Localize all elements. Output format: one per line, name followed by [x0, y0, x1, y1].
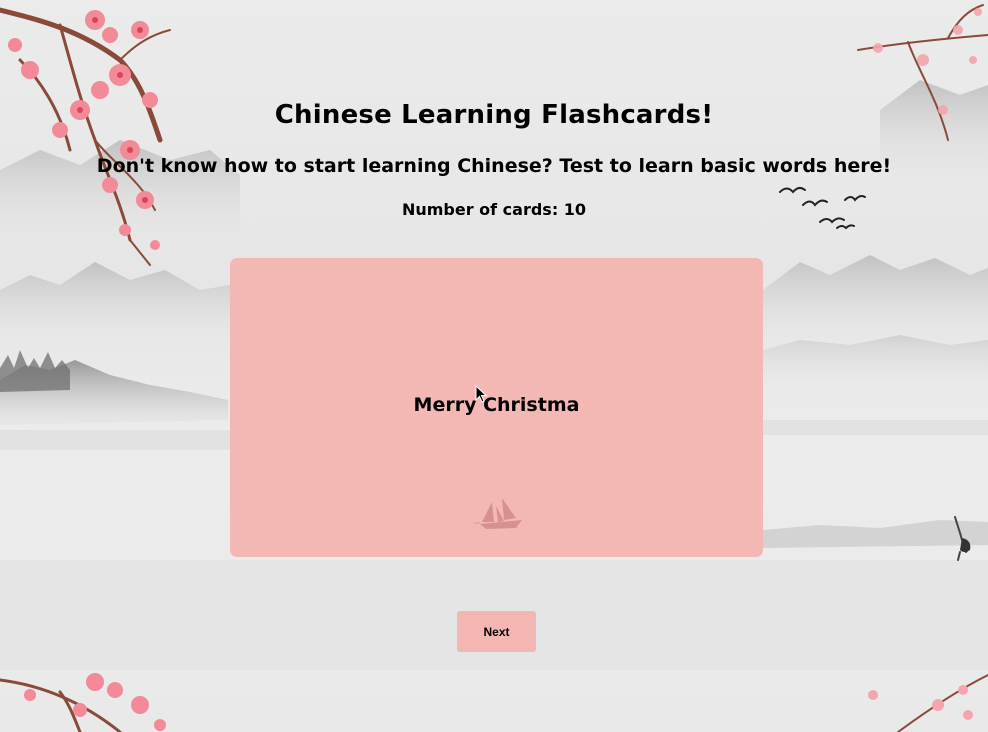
flashcard[interactable]: Merry Christma [230, 258, 763, 557]
cherry-blossom-branch-top-right-icon [857, 4, 988, 141]
trees-left [0, 350, 70, 392]
sailboat-icon [474, 498, 522, 529]
mouse-pointer-icon [475, 385, 488, 403]
cherry-blossom-branch-bottom-left-icon [0, 673, 166, 732]
next-button[interactable]: Next [457, 611, 536, 652]
cherry-blossom-branch-icon [0, 7, 171, 266]
mountain-low-right [763, 335, 988, 385]
card-count-label: Number of cards: 10 [401, 200, 587, 219]
page-subtitle: Don't know how to start learning Chinese… [96, 155, 892, 177]
flashcard-text: Merry Christma [413, 394, 580, 416]
mountain-mid-right [763, 255, 988, 340]
mist-band-right [763, 420, 988, 435]
page-title: Chinese Learning Flashcards! [274, 100, 714, 130]
crane-bird-icon [954, 516, 971, 561]
cherry-blossom-branch-bottom-right-icon [868, 674, 988, 732]
mist-band-left [0, 430, 230, 450]
